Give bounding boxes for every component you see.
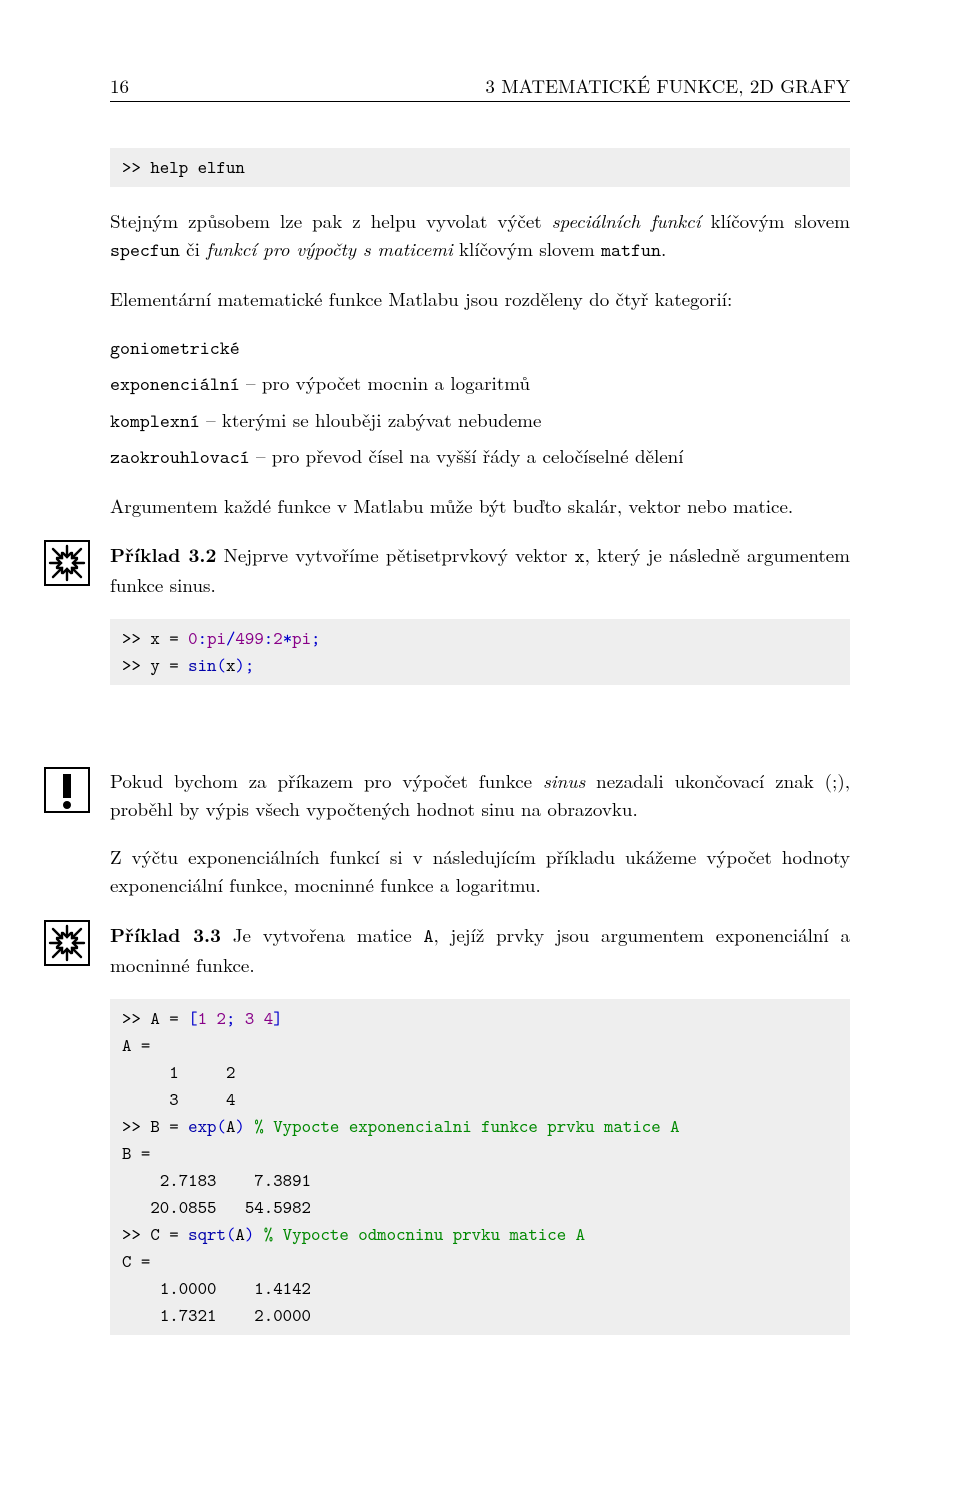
code: >> A = [122, 1006, 188, 1030]
def-term: exponenciální [110, 372, 240, 397]
code: % Vypocte exponencialni funkce prvku mat… [245, 1114, 680, 1138]
para-exp-intro: Z výčtu exponenciálních funkcí si v násl… [110, 843, 850, 899]
def-term: zaokrouhlovací [110, 445, 250, 470]
code: A [226, 1114, 235, 1138]
code: ) [235, 1114, 244, 1138]
code: pi [207, 626, 226, 650]
code: 2 [273, 626, 282, 650]
code: ( [217, 653, 226, 677]
text-italic: funkcí pro výpočty s maticemi [206, 235, 453, 262]
code: 3 4 [235, 1006, 273, 1030]
example-3-3-text: Příklad 3.3 Je vytvořena matice A, jejíž… [110, 920, 850, 979]
code: ) [245, 1222, 254, 1246]
para-argument: Argumentem každé funkce v Matlabu může b… [110, 492, 850, 520]
para-categories-intro: Elementární matematické funkce Matlabu j… [110, 285, 850, 313]
code: 2.7183 7.3891 [122, 1168, 311, 1192]
exclamation-icon [44, 767, 90, 813]
example-3-3: Příklad 3.3 Je vytvořena matice A, jejíž… [110, 920, 850, 979]
code: [ [188, 1006, 197, 1030]
code: >> y = [122, 653, 188, 677]
code: * [283, 626, 292, 650]
code: 1.0000 1.4142 [122, 1276, 311, 1300]
def-row: komplexní – kterými se hlouběji zabývat … [110, 406, 850, 436]
text-tt: x [575, 544, 585, 569]
code: pi [292, 626, 311, 650]
code: A [235, 1222, 244, 1246]
code: exp [188, 1114, 216, 1138]
code: sin [188, 653, 216, 677]
warning-block: Pokud bychom za příkazem pro výpočet fun… [110, 767, 850, 823]
code: C = [122, 1249, 150, 1273]
code: 1.7321 2.0000 [122, 1303, 311, 1327]
section-title: 3 MATEMATICKÉ FUNKCE, 2D GRAFY [485, 72, 850, 99]
code: ; [245, 653, 254, 677]
example-label: Příklad 3.3 [110, 920, 221, 948]
code: >> x = [122, 626, 188, 650]
codebox-matrix: >> A = [1 2; 3 4] A = 1 2 3 4 >> B = exp… [110, 999, 850, 1335]
code: ; [226, 1006, 235, 1030]
page-number: 16 [110, 72, 129, 99]
text-tt: specfun [110, 238, 180, 263]
example-label: Příklad 3.2 [110, 540, 216, 568]
code-line: >> help elfun [122, 155, 245, 179]
running-header: 16 3 MATEMATICKÉ FUNKCE, 2D GRAFY [110, 72, 850, 102]
code: 1 2 [198, 1006, 226, 1030]
text-tt: matfun [601, 238, 661, 263]
text: Je vytvořena matice [221, 921, 424, 948]
text: Stejným způsobem lze pak z helpu vyvolat… [110, 207, 552, 234]
code: A = [122, 1033, 150, 1057]
example-3-2: Příklad 3.2 Nejprve vytvoříme pětisetprv… [110, 540, 850, 599]
text: či [180, 235, 206, 262]
text: klíčovým slovem [701, 207, 850, 234]
codebox-sin: >> x = 0:pi/499:2*pi; >> y = sin(x); [110, 619, 850, 685]
code: 1 2 [122, 1060, 235, 1084]
def-row: goniometrické [110, 333, 850, 363]
text: klíčovým slovem [453, 235, 601, 262]
def-desc: – pro převod čísel na vyšší řády a celoč… [250, 442, 684, 469]
text: Pokud bychom za příkazem pro výpočet fun… [110, 767, 543, 794]
def-row: exponenciální – pro výpočet mocnin a log… [110, 369, 850, 399]
warning-text: Pokud bychom za příkazem pro výpočet fun… [110, 767, 850, 823]
text-tt: A [424, 924, 434, 949]
code: >> B = [122, 1114, 188, 1138]
code: ; [311, 626, 320, 650]
text-italic: speciálních funkcí [552, 207, 701, 234]
example-3-2-text: Příklad 3.2 Nejprve vytvoříme pětisetprv… [110, 540, 850, 599]
code: ) [235, 653, 244, 677]
contract-arrows-icon [44, 920, 90, 966]
def-desc: – kterými se hlouběji zabývat nebudeme [200, 406, 542, 433]
codebox-help-elfun: >> help elfun [110, 148, 850, 187]
code: sqrt [188, 1222, 226, 1246]
code: ( [226, 1222, 235, 1246]
code: 3 4 [122, 1087, 235, 1111]
code: B = [122, 1141, 150, 1165]
contract-arrows-icon [44, 540, 90, 586]
def-term: komplexní [110, 409, 200, 434]
def-row: zaokrouhlovací – pro převod čísel na vyš… [110, 442, 850, 472]
code: 499 [235, 626, 263, 650]
code: ( [217, 1114, 226, 1138]
text: . [661, 235, 666, 262]
code: ] [273, 1006, 282, 1030]
code: 20.0855 54.5982 [122, 1195, 311, 1219]
code: 0 [188, 626, 197, 650]
def-desc: – pro výpočet mocnin a logaritmů [240, 369, 530, 396]
code: >> C = [122, 1222, 188, 1246]
definition-list: goniometrické exponenciální – pro výpoče… [110, 333, 850, 471]
code: : [264, 626, 273, 650]
code: % Vypocte odmocninu prvku matice A [254, 1222, 585, 1246]
def-term: goniometrické [110, 336, 240, 361]
code: / [226, 626, 235, 650]
para-specfun: Stejným způsobem lze pak z helpu vyvolat… [110, 207, 850, 265]
text-italic: sinus [543, 767, 585, 794]
code: : [198, 626, 207, 650]
code: x [226, 653, 235, 677]
text: Nejprve vytvoříme pětisetprvkový vektor [216, 541, 574, 568]
